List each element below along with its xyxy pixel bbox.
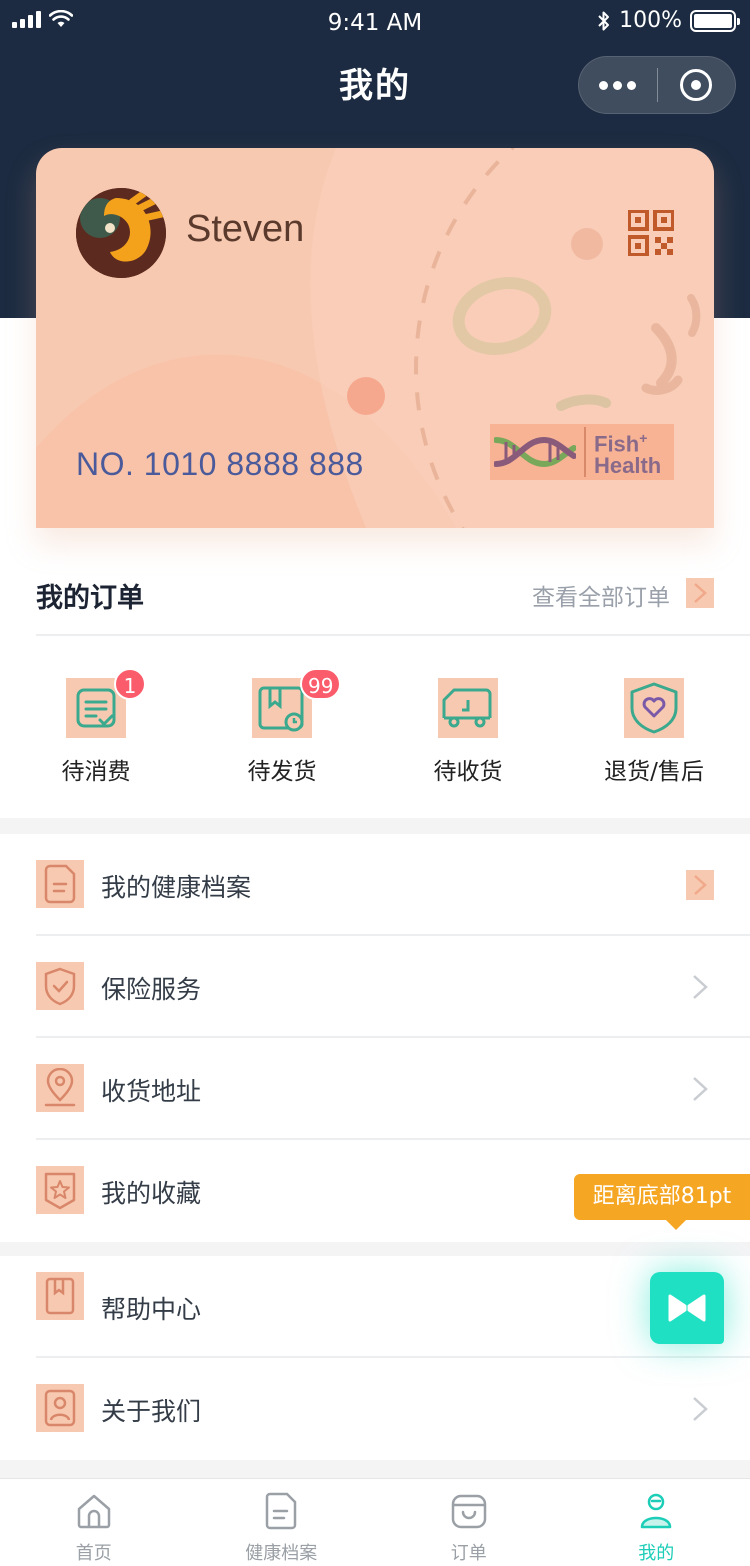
menu-item-label: 关于我们 (101, 1397, 202, 1426)
order-status-after-sales[interactable]: 退货/售后 (561, 676, 747, 796)
view-all-orders-link[interactable]: 查看全部订单 (532, 578, 670, 612)
tab-label: 健康档案 (245, 1543, 318, 1564)
tab-home[interactable]: 首页 (0, 1479, 188, 1566)
orders-title: 我的订单 (36, 583, 144, 614)
order-status-pending-shipment[interactable]: 99 待发货 (189, 668, 375, 796)
menu-item-address[interactable]: 收货地址 (0, 1038, 750, 1140)
tab-orders[interactable]: 订单 (375, 1479, 563, 1566)
orders-section-header: 我的订单 查看全部订单 (36, 548, 750, 636)
customer-service-button[interactable] (650, 1272, 724, 1344)
shield-check-icon (36, 962, 84, 1010)
brand-name: Fish+ Health (584, 426, 662, 479)
brand-line2: Health (594, 453, 662, 479)
avatar-image (76, 188, 166, 278)
tab-me[interactable]: 我的 (563, 1479, 750, 1566)
mini-program-capsule (578, 56, 736, 114)
menu-item-about-us[interactable]: 关于我们 (0, 1358, 750, 1460)
tab-label: 订单 (450, 1543, 487, 1564)
distance-tip: 距离底部81pt (574, 1174, 750, 1230)
order-status-pending-use[interactable]: 1 待消费 (3, 668, 189, 796)
bluetooth-icon (598, 11, 610, 30)
battery-icon (690, 9, 740, 32)
shield-heart-icon (624, 678, 684, 738)
pending-shipment-badge: 99 (300, 668, 342, 700)
chevron-right-icon (693, 1397, 708, 1421)
menu-item-help-center[interactable]: 帮助中心 (0, 1256, 750, 1358)
order-status-label: 待收货 (433, 759, 503, 785)
pending-use-badge: 1 (114, 668, 146, 700)
username: Steven (186, 208, 305, 250)
member-number: NO. 1010 8888 888 (76, 446, 364, 482)
health-record-icon (36, 860, 84, 908)
brand-logo: Fish+ Health (490, 424, 674, 480)
star-badge-icon (36, 1166, 84, 1214)
menu-item-label: 收货地址 (101, 1077, 202, 1106)
bag-icon (451, 1494, 486, 1529)
location-pin-icon (36, 1064, 84, 1112)
tab-bar: 首页 健康档案 订单 我的 (0, 1478, 750, 1566)
target-circle-icon (680, 69, 713, 101)
person-icon (641, 1493, 672, 1529)
member-card[interactable]: Steven NO. 1010 8888 888 Fish+ Health (36, 148, 714, 528)
dna-helix-icon (494, 436, 576, 468)
status-bar: 9:41 AM 100% (0, 0, 750, 44)
menu-item-label: 帮助中心 (101, 1295, 202, 1324)
close-mini-program-button[interactable] (658, 56, 736, 114)
user-profile-icon (36, 1384, 84, 1432)
menu-item-label: 我的健康档案 (101, 873, 252, 902)
bowtie-logo-icon (668, 1294, 706, 1322)
avatar[interactable] (76, 188, 166, 278)
more-button[interactable] (579, 56, 657, 114)
order-status-label: 待消费 (61, 759, 131, 785)
qr-code-icon[interactable] (628, 210, 674, 256)
chevron-right-icon[interactable] (686, 578, 714, 608)
menu-item-label: 我的收藏 (101, 1179, 202, 1208)
more-dots-icon (599, 80, 609, 90)
chevron-right-icon (693, 975, 708, 999)
brand-plus: + (639, 429, 648, 446)
tab-label: 我的 (638, 1543, 675, 1564)
home-icon (77, 1494, 110, 1529)
menu-item-health-record[interactable]: 我的健康档案 (0, 834, 750, 936)
chevron-right-icon (686, 870, 714, 900)
menu-group-secondary: 帮助中心 关于我们 (0, 1256, 750, 1460)
order-status-label: 退货/售后 (604, 759, 704, 785)
truck-icon (438, 678, 498, 738)
order-status-label: 待发货 (247, 759, 317, 785)
tab-health-record[interactable]: 健康档案 (188, 1479, 376, 1566)
tab-label: 首页 (75, 1543, 112, 1564)
order-status-pending-receipt[interactable]: 待收货 (375, 676, 561, 796)
chevron-right-icon (693, 1077, 708, 1101)
menu-item-label: 保险服务 (101, 975, 202, 1004)
menu-item-insurance[interactable]: 保险服务 (0, 936, 750, 1038)
book-bookmark-icon (36, 1272, 84, 1320)
document-icon (266, 1492, 297, 1530)
battery-percent: 100% (619, 8, 682, 33)
